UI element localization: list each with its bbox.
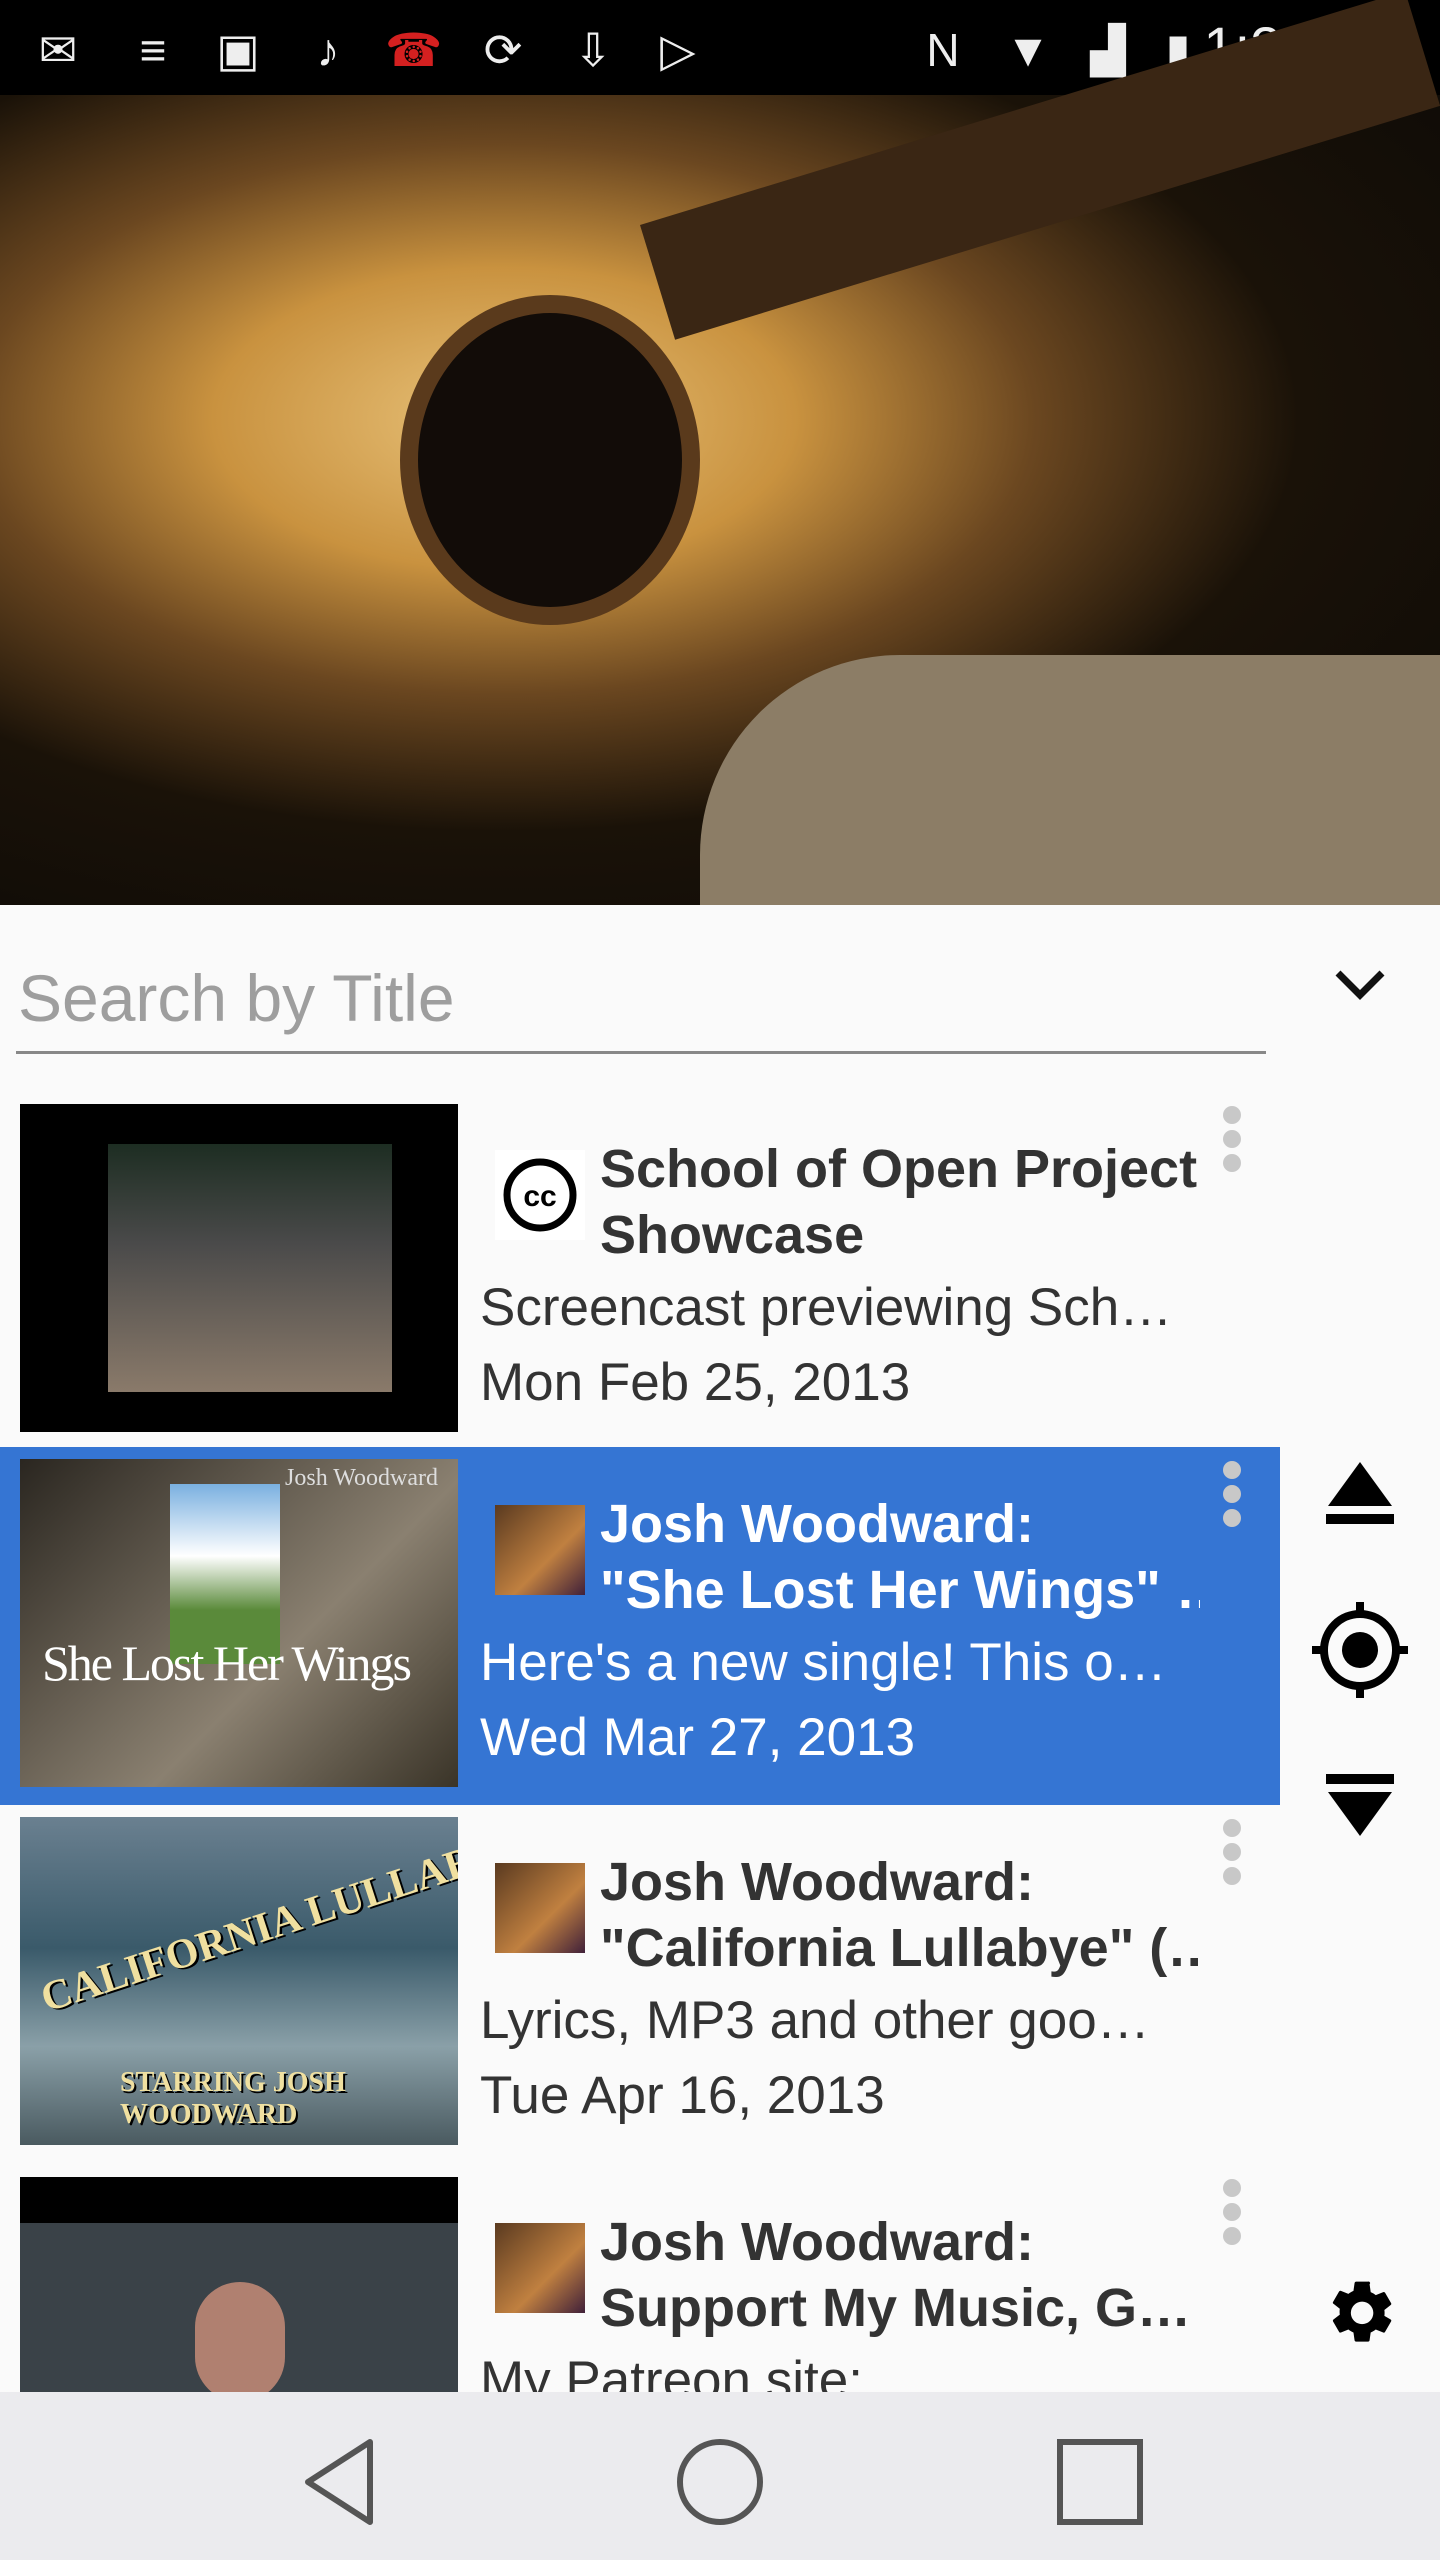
navigation-bar xyxy=(0,2392,1440,2560)
locate-icon[interactable] xyxy=(1300,1600,1420,1700)
chevron-down-icon[interactable] xyxy=(1330,955,1390,1015)
video-thumbnail xyxy=(20,2177,458,2392)
video-description: My Patreon site: xyxy=(480,2351,863,2392)
video-player[interactable] xyxy=(0,0,1440,905)
back-icon[interactable] xyxy=(290,2432,390,2532)
eject-icon[interactable] xyxy=(1300,1440,1420,1540)
channel-avatar xyxy=(495,1505,585,1595)
video-thumbnail xyxy=(20,1104,458,1432)
notes-icon: ≡ xyxy=(139,24,167,76)
video-background xyxy=(700,655,1440,905)
video-description: Lyrics, MP3 and other goo… xyxy=(480,1991,1150,2050)
video-title: Josh Woodward: xyxy=(600,1852,1035,1912)
wifi-call-icon: ☎ xyxy=(385,24,443,76)
video-thumbnail: CALIFORNIA LULLABYE STARRING JOSH WOODWA… xyxy=(20,1817,458,2145)
nfc-icon: N xyxy=(926,24,960,76)
more-options-icon[interactable] xyxy=(1220,1461,1244,1531)
video-title-line2: Support My Music, G… xyxy=(600,2278,1192,2338)
home-icon[interactable] xyxy=(670,2432,770,2532)
recents-icon[interactable] xyxy=(1050,2432,1150,2532)
video-title-line2: "California Lullabye" (… xyxy=(600,1918,1200,1978)
video-title: Josh Woodward: xyxy=(600,1494,1035,1554)
video-description: Here's a new single! This o… xyxy=(480,1633,1167,1692)
video-title: School of Open Project xyxy=(600,1139,1198,1199)
signal-icon: ▟ xyxy=(1090,24,1126,76)
video-title-line2: "She Lost Her Wings" … xyxy=(600,1560,1200,1620)
search-input[interactable]: Search by Title xyxy=(16,950,1266,1054)
guitar-soundhole xyxy=(400,295,700,625)
more-options-icon[interactable] xyxy=(1220,1106,1244,1176)
video-title-line2: Showcase xyxy=(600,1205,865,1265)
more-options-icon[interactable] xyxy=(1220,2179,1244,2249)
channel-avatar xyxy=(495,2223,585,2313)
download-icon: ⇩ xyxy=(573,24,613,76)
gmail-icon: ✉ xyxy=(38,24,78,76)
mic-icon: ♪ xyxy=(316,24,340,76)
video-date: Mon Feb 25, 2013 xyxy=(480,1353,911,1412)
video-date: Tue Apr 16, 2013 xyxy=(480,2066,885,2125)
thumb-text: She Lost Her Wings xyxy=(42,1635,412,1691)
scroll-down-icon[interactable] xyxy=(1300,1760,1420,1860)
android-sync-icon: ⟳ xyxy=(483,24,523,76)
channel-avatar xyxy=(495,1863,585,1953)
video-title: Josh Woodward: xyxy=(600,2212,1035,2272)
thumb-credit: STARRING JOSH WOODWARD xyxy=(120,2067,346,2130)
video-description: Screencast previewing Sch… xyxy=(480,1278,1173,1337)
video-thumbnail: Josh Woodward She Lost Her Wings xyxy=(20,1459,458,1787)
svg-text:cc: cc xyxy=(523,1180,556,1213)
thumb-text: CALIFORNIA LULLABYE xyxy=(35,1820,458,2022)
gear-icon[interactable] xyxy=(1300,2265,1420,2365)
thumb-credit: Josh Woodward xyxy=(285,1465,438,1491)
video-list-item[interactable]: CALIFORNIA LULLABYE STARRING JOSH WOODWA… xyxy=(0,1805,1280,2163)
play-store-icon: ▷ xyxy=(660,24,696,76)
video-list-item-selected[interactable]: Josh Woodward She Lost Her Wings Josh Wo… xyxy=(0,1447,1280,1805)
video-date: Wed Mar 27, 2013 xyxy=(480,1708,916,1767)
gallery-icon: ▣ xyxy=(216,24,260,76)
more-options-icon[interactable] xyxy=(1220,1819,1244,1889)
wifi-icon: ▼ xyxy=(1005,24,1051,76)
video-list-item[interactable]: cc School of Open Project Showcase Screen… xyxy=(0,1092,1280,1450)
video-list-item[interactable]: Josh Woodward: Support My Music, G… My Pa… xyxy=(0,2165,1280,2392)
cc-icon: cc xyxy=(495,1150,585,1240)
